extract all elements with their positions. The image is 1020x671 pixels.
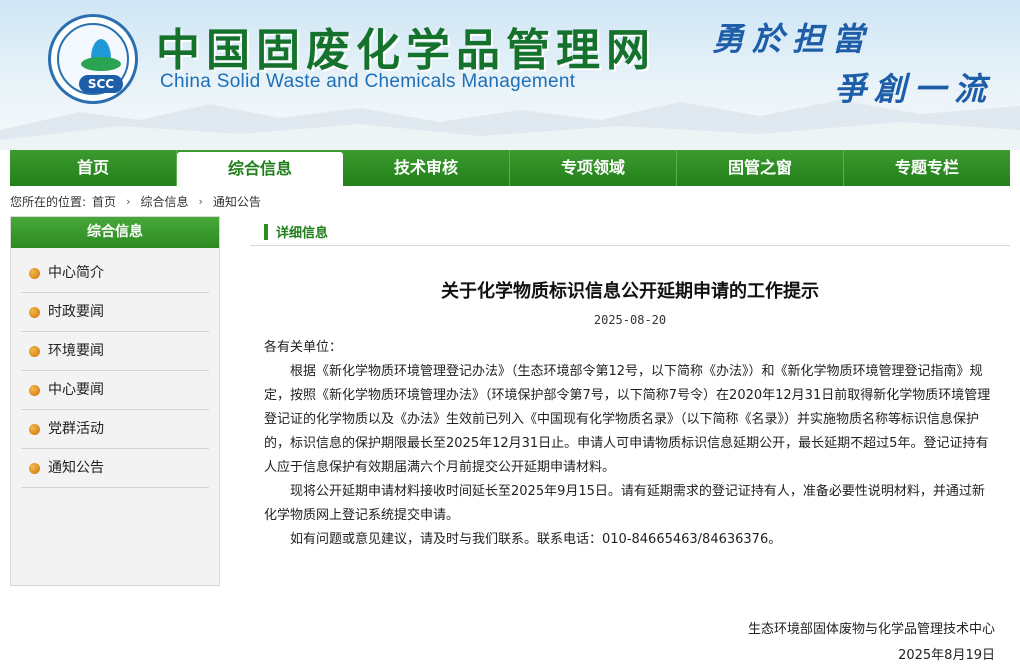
content-section-header: 详细信息	[250, 218, 1010, 246]
bullet-icon	[29, 423, 40, 435]
article-body: 各有关单位： 根据《新化学物质环境管理登记办法》（生态环境部令第12号，以下简称…	[264, 336, 996, 552]
section-marker	[264, 223, 268, 240]
sidebar-item-center-news[interactable]: 中心要闻	[21, 371, 209, 410]
breadcrumb-prefix: 您所在的位置:	[10, 195, 87, 209]
signature-date: 2025年8月19日	[898, 648, 995, 663]
sidebar-item-notices[interactable]: 通知公告	[21, 449, 209, 488]
bullet-icon	[29, 462, 40, 474]
sidebar-item-center-intro[interactable]: 中心简介	[21, 254, 209, 293]
bullet-icon	[29, 306, 40, 318]
breadcrumb-notices[interactable]: 通知公告	[213, 193, 261, 210]
nav-item-special-fields[interactable]: 专项领域	[510, 150, 677, 186]
logo-text: SCC	[87, 77, 115, 91]
sidebar-item-party-activities[interactable]: 党群活动	[21, 410, 209, 449]
bullet-icon	[29, 345, 40, 357]
sidebar-title: 综合信息	[11, 217, 219, 248]
sidebar-item-label: 环境要闻	[48, 343, 104, 359]
slogan-line-2: 爭創一流	[834, 70, 995, 108]
sidebar-item-label: 通知公告	[48, 460, 104, 476]
sidebar-item-label: 中心要闻	[48, 382, 104, 398]
main-nav: 首页 综合信息 技术审核 专项领域 固管之窗 专题专栏	[10, 150, 1010, 186]
breadcrumb: 您所在的位置: 首页 › 综合信息 › 通知公告	[10, 193, 261, 210]
sidebar-item-political-news[interactable]: 时政要闻	[21, 293, 209, 332]
slogan-line-1: 勇於担當	[712, 20, 873, 58]
article-paragraph: 如有问题或意见建议，请及时与我们联系。联系电话：010-84665463/846…	[290, 532, 782, 547]
breadcrumb-general-info[interactable]: 综合信息	[140, 193, 188, 210]
breadcrumb-separator: ›	[126, 195, 131, 208]
section-label: 详细信息	[276, 226, 329, 241]
site-title-cn: 中国固废化学品管理网	[156, 25, 656, 76]
breadcrumb-separator: ›	[198, 195, 203, 208]
breadcrumb-home[interactable]: 首页	[92, 193, 116, 210]
logo-ring: SCC	[57, 23, 129, 95]
article-title: 关于化学物质标识信息公开延期申请的工作提示	[441, 281, 819, 302]
sidebar-item-label: 时政要闻	[48, 304, 104, 320]
nav-item-tech-review[interactable]: 技术审核	[343, 150, 510, 186]
scc-logo[interactable]: SCC	[48, 14, 138, 104]
nav-item-management-window[interactable]: 固管之窗	[677, 150, 844, 186]
article-paragraph: 现将公开延期申请材料接收时间延长至2025年9月15日。请有延期需求的登记证持有…	[264, 484, 985, 523]
nav-item-home[interactable]: 首页	[10, 150, 177, 186]
signature-organization: 生态环境部固体废物与化学品管理技术中心	[747, 622, 995, 637]
sidebar-list: 中心简介 时政要闻 环境要闻 中心要闻 党群活动 通知公告	[11, 248, 219, 488]
sidebar-item-label: 中心简介	[48, 265, 104, 281]
sidebar: 综合信息 中心简介 时政要闻 环境要闻 中心要闻 党群活动 通知公告	[10, 216, 220, 586]
site-title-en: China Solid Waste and Chemicals Manageme…	[160, 71, 576, 92]
article-greeting: 各有关单位：	[264, 340, 343, 355]
site-banner: SCC 中国固废化学品管理网 China Solid Waste and Che…	[0, 0, 1020, 150]
bullet-icon	[29, 384, 40, 396]
nav-item-general-info[interactable]: 综合信息	[177, 152, 343, 186]
bullet-icon	[29, 267, 40, 279]
article-paragraph: 根据《新化学物质环境管理登记办法》（生态环境部令第12号，以下简称《办法》）和《…	[264, 364, 991, 475]
sidebar-item-label: 党群活动	[48, 421, 104, 437]
nav-item-topics[interactable]: 专题专栏	[844, 150, 1010, 186]
sidebar-item-environment-news[interactable]: 环境要闻	[21, 332, 209, 371]
leaf-icon	[81, 57, 121, 71]
article-date: 2025-08-20	[593, 313, 667, 327]
